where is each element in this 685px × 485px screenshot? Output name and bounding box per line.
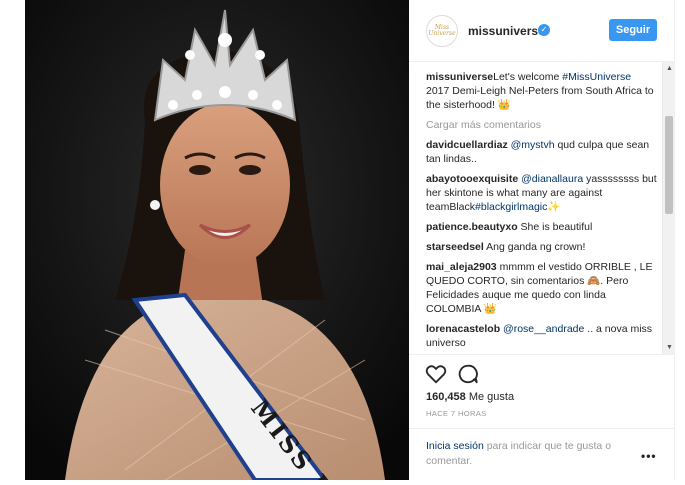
comment-username[interactable]: mai_aleja2903 [426,261,497,273]
caption-text-before: Let's welcome [493,71,563,83]
header-username[interactable]: missuniverse [468,24,545,38]
comment-item: lorenacastelob @rose__andrade .. a nova … [426,322,657,350]
comment-username[interactable]: davidcuellardiaz [426,139,508,151]
post-photo-image: MISS U [25,0,409,480]
comment-text: Ang ganda ng crown! [483,241,586,253]
comments-list[interactable]: missuniverseLet's welcome #MissUniverse … [409,62,675,354]
heart-icon[interactable] [425,363,447,385]
login-link[interactable]: Inicia sesión [426,440,484,452]
comment-hashtag[interactable]: #blackgirlmagic [475,201,547,213]
scroll-down-arrow-icon[interactable]: ▼ [666,344,673,351]
post-timestamp[interactable]: HACE 7 HORAS [426,409,487,418]
comment-emoji: ✨ [547,201,561,213]
comment-username[interactable]: lorenacastelob [426,323,500,335]
comment-bubble-icon[interactable] [457,363,479,385]
caption: missuniverseLet's welcome #MissUniverse … [426,70,657,112]
likes-count[interactable]: 160,458 Me gusta [426,391,514,403]
comment-username[interactable]: starseedsel [426,241,484,253]
login-prompt-text: Inicia sesión para indicar que te gusta … [426,439,636,469]
post-header: Miss Universe missuniverse ✓ Seguir [409,0,675,62]
post-photo[interactable]: MISS U [25,0,409,480]
comment-mention[interactable]: @dianallaura [521,173,583,185]
comment-item: mai_aleja2903 mmmm el vestido ORRIBLE , … [426,260,657,316]
comment-mention[interactable]: @rose__andrade [503,323,584,335]
caption-text-after: 2017 Demi-Leigh Nel-Peters from South Af… [426,85,654,111]
likes-number: 160,458 [426,391,466,403]
caption-hashtag[interactable]: #MissUniverse [562,71,631,83]
avatar[interactable]: Miss Universe [426,15,458,47]
comment-username[interactable]: abayotooexquisite [426,173,518,185]
login-prompt: Inicia sesión para indicar que te gusta … [409,428,675,480]
more-options-icon[interactable]: ••• [641,449,657,463]
comment-item: patience.beautyxo She is beautiful [426,220,657,234]
post-sidebar: Miss Universe missuniverse ✓ Seguir miss… [409,0,675,480]
caption-username[interactable]: missuniverse [426,71,493,83]
comment-item: davidcuellardiaz @mystvh qud culpa que s… [426,138,657,166]
verified-badge-icon: ✓ [538,24,550,36]
comment-item: abayotooexquisite @dianallaura yasssssss… [426,172,657,214]
post-actions: 160,458 Me gusta HACE 7 HORAS [409,354,675,434]
scrollbar-thumb[interactable] [665,116,673,214]
comment-mention[interactable]: @mystvh [511,139,555,151]
comment-username[interactable]: patience.beautyxo [426,221,518,233]
comment-text: She is beautiful [517,221,593,233]
likes-label: Me gusta [465,391,515,403]
comment-item: starseedsel Ang ganda ng crown! [426,240,657,254]
load-more-comments-link[interactable]: Cargar más comentarios [426,118,657,132]
avatar-logo-text: Miss Universe [428,24,456,37]
comments-scrollbar[interactable]: ▲ ▼ [662,62,675,354]
scroll-up-arrow-icon[interactable]: ▲ [666,65,673,72]
follow-button[interactable]: Seguir [609,19,657,41]
